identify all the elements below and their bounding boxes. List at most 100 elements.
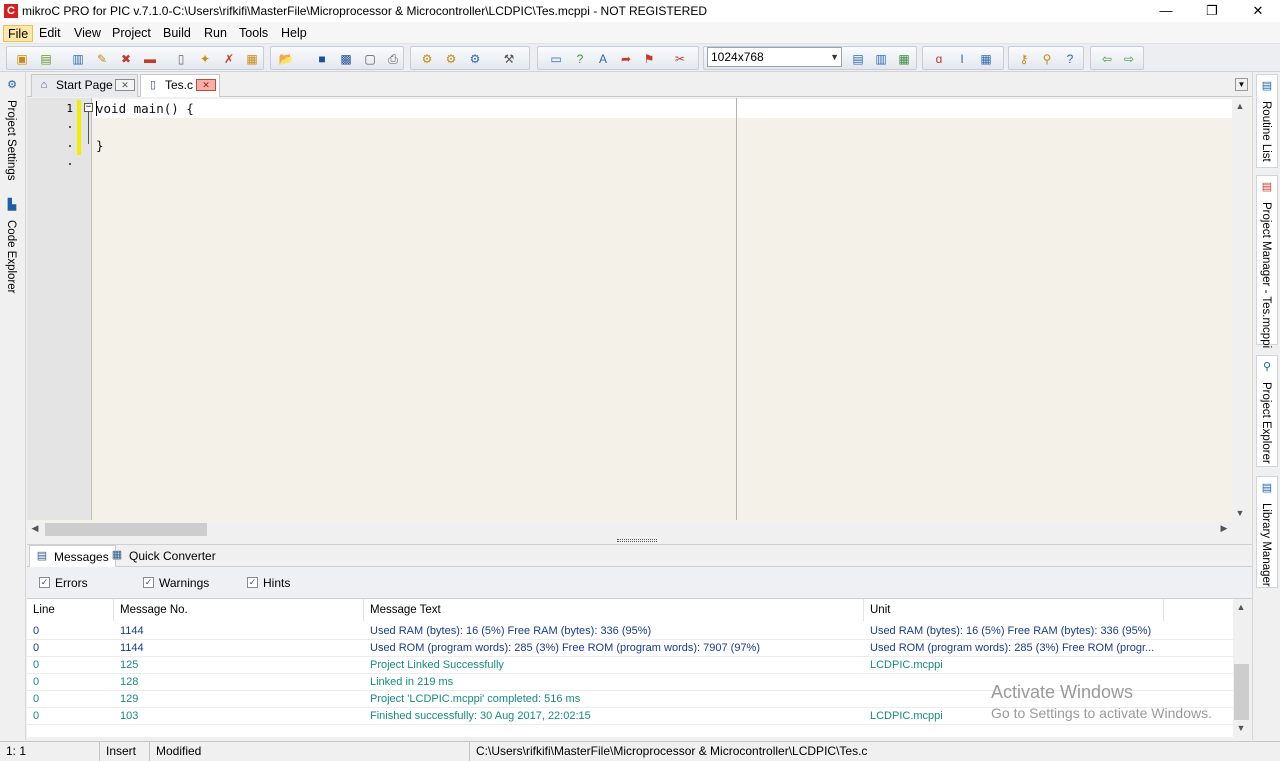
open-project-icon[interactable]: ▤	[38, 51, 54, 67]
key-icon[interactable]: ⚷	[1016, 51, 1032, 67]
seven-segment-icon[interactable]: I	[954, 51, 970, 67]
font-icon[interactable]: A	[595, 51, 611, 67]
build-icon[interactable]: ⚙	[419, 51, 435, 67]
scroll-left-icon[interactable]: ◀	[27, 523, 43, 534]
hints-checkbox[interactable]: ✓ Hints	[247, 577, 290, 589]
back-arrow-icon[interactable]: ⇦	[1099, 51, 1115, 67]
minimize-button[interactable]: —	[1143, 0, 1189, 22]
scroll-up-icon[interactable]: ▲	[1232, 101, 1248, 111]
code-editor[interactable]	[27, 98, 1252, 522]
column-line[interactable]: Line	[27, 599, 114, 621]
scroll-down-icon[interactable]: ▼	[1232, 508, 1248, 518]
cell-line: 0	[33, 659, 40, 671]
save-icon[interactable]: ■	[314, 51, 330, 67]
splitter-grip[interactable]	[617, 539, 657, 542]
remove-file-icon[interactable]: ▬	[142, 51, 158, 67]
errors-checkbox[interactable]: ✓ Errors	[39, 577, 88, 589]
table-row[interactable]: 0 1144 Used RAM (bytes): 16 (5%) Free RAM …	[27, 623, 1233, 640]
programmer-icon[interactable]: ⚒	[501, 51, 517, 67]
lcd-editor-icon[interactable]: ▦	[978, 51, 994, 67]
menu-build[interactable]: Build	[159, 25, 195, 42]
tab-start-page[interactable]: ⌂ Start Page ✕	[31, 74, 138, 97]
build-program-icon[interactable]: ⚙	[467, 51, 483, 67]
text-cursor	[96, 101, 97, 116]
right-sidebar: ▤ Routine List ▤ Project Manager - Tes.m…	[1252, 72, 1280, 740]
left-sidebar: ⚙ Project Settings ▙ Code Explorer	[0, 72, 26, 740]
table-row[interactable]: 0 125 Project Linked Successfully LCDPIC.mc…	[27, 657, 1233, 674]
terminal-icon[interactable]: ▭	[548, 51, 564, 67]
tab-project-settings[interactable]: Project Settings	[5, 100, 17, 181]
file-properties-icon[interactable]: ▦	[244, 51, 260, 67]
export-icon[interactable]: ➦	[618, 51, 634, 67]
print-preview-icon[interactable]: ▢	[362, 51, 378, 67]
new-file-icon[interactable]: ▯	[173, 51, 189, 67]
ascii-chart-icon[interactable]: ɑ	[931, 51, 947, 67]
open-file-icon[interactable]: 📂	[278, 51, 294, 67]
help-question-icon[interactable]: ?	[572, 51, 588, 67]
layout-2-icon[interactable]: ▥	[873, 51, 889, 67]
close-button[interactable]: ✕	[1235, 0, 1280, 22]
editor-horizontal-scrollbar[interactable]: ◀ ▶	[27, 522, 1232, 537]
search-help-icon[interactable]: ⚲	[1039, 51, 1055, 67]
delete-file-icon[interactable]: ✗	[221, 51, 237, 67]
save-project-icon[interactable]: ▥	[70, 51, 86, 67]
library-manager-panel-tab[interactable]: ▤ Library Manager	[1256, 476, 1278, 588]
menu-edit[interactable]: Edit	[35, 25, 65, 42]
close-start-page-icon[interactable]: ✕	[115, 79, 135, 91]
tab-project-manager[interactable]: Project Manager - Tes.mcppi	[1260, 202, 1272, 348]
toolbar-group-build: ⚙ ⚙ ⚙ ⚒	[410, 46, 530, 70]
menu-tools[interactable]: Tools	[235, 25, 272, 42]
project-explorer-panel-tab[interactable]: ⚲ Project Explorer	[1256, 355, 1278, 467]
close-tes-c-icon[interactable]: ✕	[196, 79, 216, 91]
help-icon[interactable]: ?	[1062, 51, 1078, 67]
tab-tes-c[interactable]: ▯ Tes.c ✕	[140, 74, 220, 97]
tab-project-explorer[interactable]: Project Explorer	[1260, 382, 1272, 464]
cell-message-no: 129	[120, 693, 139, 705]
tab-routine-list[interactable]: Routine List	[1260, 101, 1272, 162]
table-row[interactable]: 0 1144 Used ROM (program words): 285 (3%) …	[27, 640, 1233, 657]
new-project-icon[interactable]: ▣	[14, 51, 30, 67]
messages-scroll-thumb[interactable]	[1234, 664, 1249, 720]
menu-project[interactable]: Project	[108, 25, 155, 42]
tab-list-dropdown-icon[interactable]: ▼	[1235, 78, 1248, 91]
tab-messages[interactable]: ▤ Messages	[29, 545, 116, 567]
resolution-select[interactable]: 1024x768 ▼	[707, 47, 842, 67]
close-project-icon[interactable]: ✖	[118, 51, 134, 67]
menu-bar: File Edit View Project Build Run Tools H…	[0, 22, 1280, 44]
column-message-text[interactable]: Message Text	[364, 599, 864, 621]
maximize-button[interactable]: ❐	[1189, 0, 1235, 22]
status-position: 1: 1	[0, 742, 100, 761]
warnings-checkbox[interactable]: ✓ Warnings	[143, 577, 209, 589]
save-all-icon[interactable]: ▩	[338, 51, 354, 67]
fold-collapse-icon[interactable]: −	[84, 103, 93, 112]
editor-vertical-scrollbar[interactable]: ▲ ▼	[1232, 98, 1250, 522]
forward-arrow-icon[interactable]: ⇨	[1121, 51, 1137, 67]
routine-list-icon: ▤	[1261, 80, 1273, 92]
column-unit[interactable]: Unit	[864, 599, 1164, 621]
tab-start-page-label: Start Page	[56, 78, 113, 92]
horizontal-scroll-thumb[interactable]	[45, 523, 207, 536]
menu-help[interactable]: Help	[277, 25, 311, 42]
cell-message-no: 128	[120, 676, 139, 688]
menu-view[interactable]: View	[70, 25, 105, 42]
tab-library-manager[interactable]: Library Manager	[1260, 503, 1272, 587]
tools-icon[interactable]: ⚑	[641, 51, 657, 67]
print-icon[interactable]: ⎙	[385, 51, 401, 67]
tab-quick-converter[interactable]: ▦ Quick Converter	[105, 545, 222, 567]
scroll-down-icon[interactable]: ▼	[1233, 723, 1249, 733]
add-file-icon[interactable]: ✦	[197, 51, 213, 67]
routine-list-panel-tab[interactable]: ▤ Routine List	[1256, 74, 1278, 168]
scroll-up-icon[interactable]: ▲	[1233, 602, 1249, 612]
edit-project-icon[interactable]: ✎	[94, 51, 110, 67]
cut-icon[interactable]: ✂	[672, 51, 688, 67]
tab-code-explorer[interactable]: Code Explorer	[5, 220, 17, 294]
column-message-no[interactable]: Message No.	[114, 599, 364, 621]
layout-1-icon[interactable]: ▤	[850, 51, 866, 67]
project-manager-panel-tab[interactable]: ▤ Project Manager - Tes.mcppi	[1256, 175, 1278, 348]
menu-run[interactable]: Run	[200, 25, 231, 42]
library-manager-icon: ▤	[1261, 482, 1273, 494]
menu-file[interactable]: File	[3, 25, 34, 42]
build-all-icon[interactable]: ⚙	[443, 51, 459, 67]
layout-3-icon[interactable]: ▦	[896, 51, 912, 67]
scroll-right-icon[interactable]: ▶	[1216, 523, 1232, 534]
